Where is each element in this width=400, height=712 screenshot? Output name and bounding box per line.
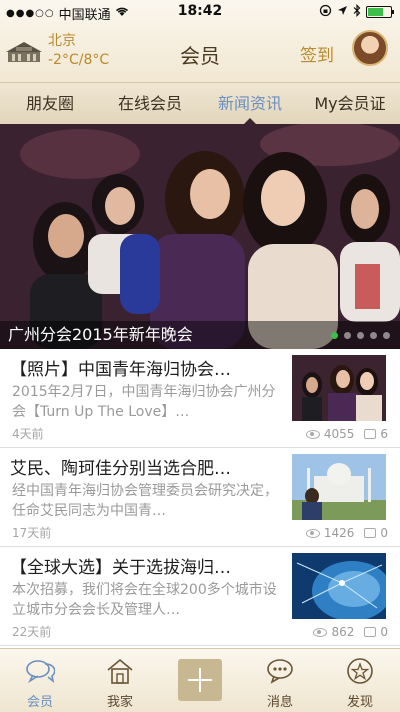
tab-moments[interactable]: 朋友圈	[0, 83, 100, 124]
status-bar: ●●●○○ 中国联通 18:42	[0, 0, 400, 24]
news-time: 22天前	[12, 625, 52, 639]
status-icons	[319, 4, 394, 20]
tabbar-home[interactable]: 我家	[80, 649, 160, 712]
tab-news[interactable]: 新闻资讯	[200, 83, 300, 125]
news-title: 【照片】中国青年海归协会…	[10, 360, 231, 380]
comments-icon	[364, 528, 377, 538]
news-item[interactable]: 【全球大选】关于选拔海归… 本次招募，我们将会在全球200多个城市设立城市分会会…	[0, 547, 400, 646]
location-icon	[337, 5, 348, 19]
bluetooth-icon	[353, 4, 361, 20]
tab-online-members[interactable]: 在线会员	[100, 83, 200, 124]
news-item[interactable]: 【照片】中国青年海归协会… 2015年2月7日，中国青年海归协会广州分会【Tur…	[0, 349, 400, 448]
plus-icon	[178, 659, 222, 701]
comments-icon	[364, 429, 377, 439]
tab-member-card[interactable]: My会员证	[300, 83, 400, 124]
avatar[interactable]	[352, 30, 388, 66]
tabbar-members[interactable]: 会员	[0, 649, 80, 712]
page-title: 会员	[180, 44, 220, 68]
news-title: 【全球大选】关于选拔海归…	[10, 558, 231, 578]
comments-count: 0	[380, 625, 388, 639]
pager-dot	[331, 332, 338, 339]
star-icon	[347, 658, 373, 684]
orientation-lock-icon	[319, 4, 332, 20]
checkin-button[interactable]: 签到	[300, 41, 334, 66]
comments-count: 6	[380, 427, 388, 441]
tabbar-label: 消息	[266, 695, 293, 710]
header: 北京 -2°C/8°C 会员 签到	[0, 24, 400, 82]
pager-dot	[383, 332, 390, 339]
top-area: ●●●○○ 中国联通 18:42 北京 -2°C/8°C 会员 签到	[0, 0, 400, 82]
battery-icon	[366, 6, 394, 18]
tabbar-messages[interactable]: 消息	[240, 649, 320, 712]
tabbar-label: 会员	[26, 695, 53, 710]
top-tabs: 朋友圈 在线会员 新闻资讯 My会员证	[0, 82, 400, 125]
news-time: 4天前	[12, 427, 44, 441]
pager-dot	[344, 332, 351, 339]
pager-dot	[370, 332, 377, 339]
news-thumbnail	[292, 355, 386, 421]
news-stats: 1426 0	[305, 526, 388, 540]
news-thumbnail	[292, 553, 386, 619]
news-thumbnail	[292, 454, 386, 520]
news-title: 艾民、陶珂佳分别当选合肥…	[10, 459, 231, 479]
news-summary: 2015年2月7日，中国青年海归协会广州分会【Turn Up The Love】…	[12, 384, 276, 420]
home-icon	[107, 658, 133, 684]
news-summary: 本次招募，我们将会在全球200多个城市设立城市分会会长及管理人…	[12, 582, 277, 618]
tabbar-label: 我家	[106, 695, 133, 710]
tabbar-label: 发现	[346, 695, 373, 710]
tabbar-discover[interactable]: 发现	[320, 649, 400, 712]
news-item[interactable]: 艾民、陶珂佳分别当选合肥… 经中国青年海归协会管理委员会研究决定，任命艾民同志为…	[0, 448, 400, 547]
bottom-tabbar: 会员 我家 消息 发现	[0, 648, 400, 712]
carousel-pager[interactable]	[331, 332, 390, 339]
banner-carousel[interactable]: 广州分会2015年新年晚会	[0, 124, 400, 349]
views-icon	[305, 528, 320, 538]
pager-dot	[357, 332, 364, 339]
news-summary: 经中国青年海归协会管理委员会研究决定，任命艾民同志为中国青…	[12, 483, 278, 519]
message-icon	[267, 659, 293, 684]
views-icon	[305, 429, 320, 439]
news-list: 【照片】中国青年海归协会… 2015年2月7日，中国青年海归协会广州分会【Tur…	[0, 349, 400, 646]
views-count: 4055	[323, 427, 355, 441]
views-icon	[313, 627, 328, 637]
news-stats: 862 0	[313, 625, 388, 639]
tabbar-add[interactable]	[160, 649, 240, 712]
banner-photo	[0, 124, 400, 349]
chat-bubbles-icon	[26, 660, 55, 684]
views-count: 862	[331, 625, 355, 639]
news-stats: 4055 6	[305, 427, 388, 441]
comments-icon	[364, 627, 377, 637]
news-time: 17天前	[12, 526, 52, 540]
views-count: 1426	[323, 526, 355, 540]
comments-count: 0	[380, 526, 388, 540]
